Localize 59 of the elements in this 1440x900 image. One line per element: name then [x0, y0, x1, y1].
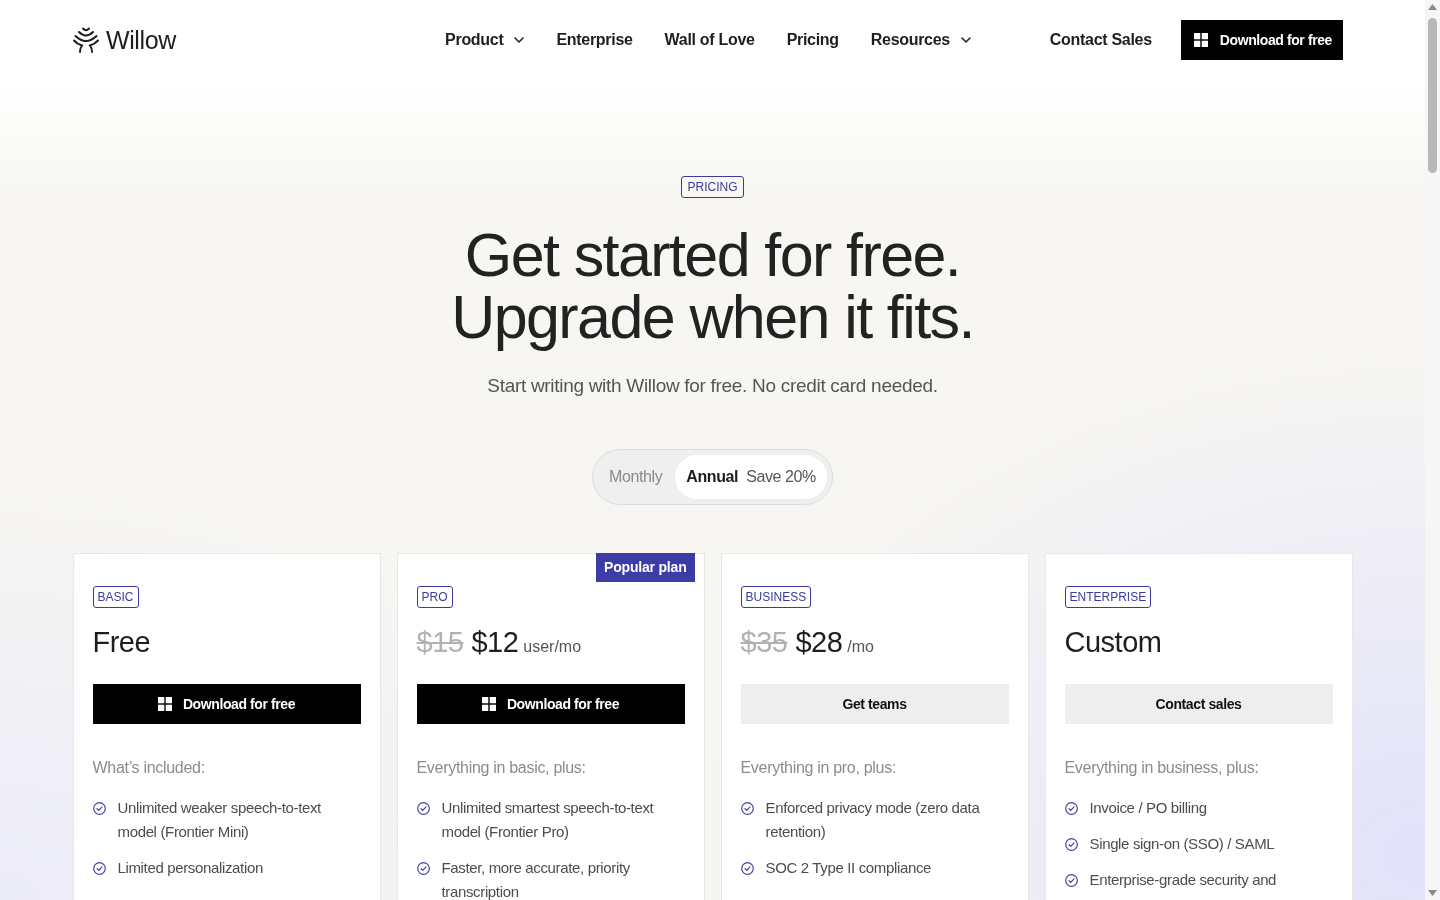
nav-link[interactable]: Product	[445, 31, 525, 49]
chevron-down-icon	[960, 37, 971, 43]
feature-text: Enterprise-grade security and	[1089, 870, 1277, 890]
download-button[interactable]: Download for free	[1180, 20, 1343, 60]
feature-text: Unlimited weaker speech-to-text model (Frontier Mini)	[117, 798, 322, 842]
feature-text: Enforced privacy mode (zero data retention)	[765, 798, 981, 842]
popular-badge: Popular plan	[596, 553, 695, 582]
grid-icon	[157, 697, 172, 711]
nav-link[interactable]: Pricing	[786, 31, 839, 49]
features-heading: Everything in pro, plus:	[740, 758, 898, 778]
feature-text: Invoice / PO billing	[1089, 798, 1207, 818]
price: $28	[795, 626, 843, 659]
section-badge: PRICING	[681, 176, 744, 198]
grid-icon	[1193, 33, 1208, 47]
check-circle-icon	[1064, 801, 1078, 815]
check-circle-icon	[740, 861, 754, 875]
subtitle: Start writing with Willow for free. No credit card needed.	[487, 375, 938, 397]
price-unit: /mo	[847, 638, 874, 656]
feature-text: Faster, more accurate, priority transcription	[441, 858, 631, 900]
arrow-up-icon[interactable]	[1428, 4, 1437, 10]
feature-text: Single sign-on (SSO) / SAML	[1089, 834, 1275, 854]
logo-icon	[73, 27, 99, 53]
check-circle-icon	[1064, 837, 1078, 851]
feature-text: Unlimited smartest speech-to-text model (Frontier Pro)	[441, 798, 655, 842]
billing-option[interactable]: Annual Save 20%	[675, 455, 827, 499]
tier-badge: PRO	[416, 586, 453, 608]
features-heading: Everything in business, plus:	[1064, 758, 1260, 778]
plan-button[interactable]: Get teams	[740, 684, 1009, 724]
check-circle-icon	[416, 801, 430, 815]
check-circle-icon	[416, 861, 430, 875]
nav-link[interactable]: Enterprise	[556, 31, 633, 49]
tier-badge: BASIC	[92, 586, 139, 608]
check-circle-icon	[1064, 873, 1078, 887]
grid-icon	[481, 697, 496, 711]
plan-button[interactable]: Download for free	[416, 684, 685, 724]
brand-name: Willow	[106, 25, 176, 55]
nav-link[interactable]: Wall of Love	[664, 31, 755, 49]
tier-badge: ENTERPRISE	[1064, 586, 1152, 608]
chevron-down-icon	[514, 37, 525, 43]
check-circle-icon	[740, 801, 754, 815]
price: $12	[471, 626, 519, 659]
scrollbar-thumb[interactable]	[1428, 18, 1437, 173]
old-price: $15	[416, 626, 464, 659]
features-heading: Everything in basic, plus:	[416, 758, 587, 778]
contact-sales-link[interactable]: Contact Sales	[1049, 31, 1152, 49]
check-circle-icon	[92, 801, 106, 815]
plan-button[interactable]: Download for free	[92, 684, 361, 724]
price-unit: user/mo	[523, 638, 582, 656]
plan-button[interactable]: Contact sales	[1064, 684, 1333, 724]
price: Custom	[1064, 626, 1162, 659]
nav-link[interactable]: Resources	[870, 31, 971, 49]
price: Free	[92, 626, 151, 659]
arrow-down-icon[interactable]	[1428, 890, 1437, 896]
feature-text: SOC 2 Type II compliance	[765, 858, 932, 878]
tier-badge: BUSINESS	[740, 586, 812, 608]
feature-text: Limited personalization	[117, 858, 263, 878]
old-price: $35	[740, 626, 788, 659]
features-heading: What’s included:	[92, 758, 206, 778]
check-circle-icon	[92, 861, 106, 875]
